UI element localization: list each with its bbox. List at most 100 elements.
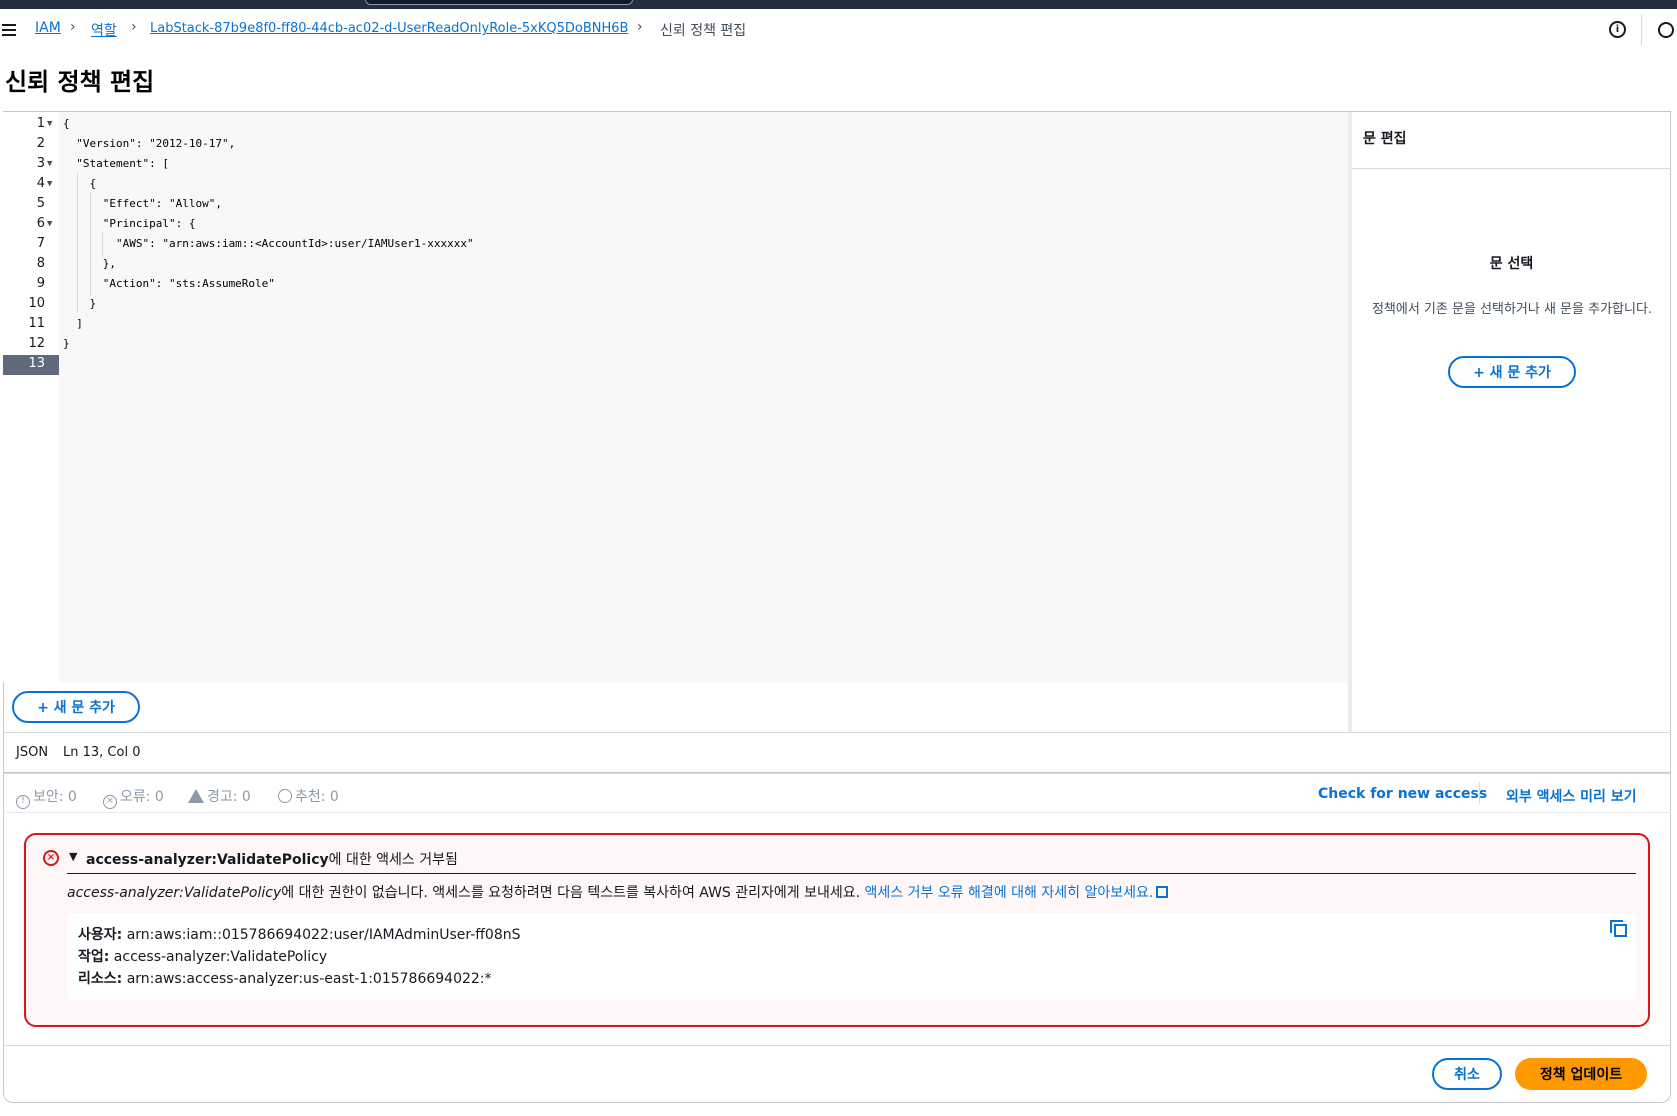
breadcrumb-current: 신뢰 정책 편집 <box>660 23 747 39</box>
code-text: "Principal": { <box>63 217 196 230</box>
chevron-right-icon: › <box>637 19 643 35</box>
alert-title-action: access-analyzer:ValidatePolicy <box>86 852 329 868</box>
preview-external-access-button[interactable]: 외부 액세스 미리 보기 <box>1506 786 1637 806</box>
breadcrumb-iam[interactable]: IAM <box>35 20 61 36</box>
resource-row: 리소스: arn:aws:access-analyzer:us-east-1:0… <box>78 968 492 988</box>
language-label: JSON <box>16 745 49 760</box>
code-text: "AWS": "arn:aws:iam::<AccountId>:user/IA… <box>63 237 474 250</box>
chevron-right-icon: › <box>70 19 76 35</box>
line-number: 4 <box>36 176 45 191</box>
code-line[interactable]: 1 ▼ { <box>3 114 1348 134</box>
line-number: 9 <box>36 276 45 291</box>
fold-arrow-icon[interactable]: ▼ <box>47 174 52 194</box>
suggestion-label: 추천: 0 <box>295 789 339 805</box>
resource-value: arn:aws:access-analyzer:us-east-1:015786… <box>122 971 492 987</box>
code-text: } <box>63 297 97 310</box>
editor-status-bar: JSON Ln 13, Col 0 <box>3 732 1671 773</box>
user-value: arn:aws:iam::015786694022:user/IAMAdminU… <box>122 927 521 943</box>
footer-card <box>3 1046 1671 1103</box>
code-line[interactable]: 6 ▼ "Principal": { <box>3 214 1348 234</box>
page-title: 신뢰 정책 편집 <box>5 68 155 96</box>
shield-icon: ! <box>16 795 30 809</box>
error-icon: × <box>43 850 59 866</box>
info-icon[interactable]: i <box>1609 21 1626 38</box>
action-value: access-analyzer:ValidatePolicy <box>109 949 328 965</box>
alert-message: access-analyzer:ValidatePolicy에 대한 권한이 없… <box>67 882 1169 902</box>
select-statement-heading: 문 선택 <box>1489 256 1534 272</box>
access-details-box: 사용자: arn:aws:iam::015786694022:user/IAMA… <box>67 913 1636 1000</box>
code-line[interactable]: 2 "Version": "2012-10-17", <box>3 134 1348 154</box>
divider <box>1352 168 1671 169</box>
alert-message-text: 에 대한 권한이 없습니다. 액세스를 요청하려면 다음 텍스트를 복사하여 A… <box>281 885 865 901</box>
policy-checks-row: ! 보안: 0 × 오류: 0 경고: 0 추천: 0 Check for new … <box>3 773 1671 813</box>
code-line[interactable]: 9 "Action": "sts:AssumeRole" <box>3 274 1348 294</box>
error-icon: × <box>103 795 117 809</box>
external-link-icon[interactable] <box>1156 886 1169 898</box>
side-add-statement-button[interactable]: + 새 문 추가 <box>1448 356 1576 388</box>
cursor-position: Ln 13, Col 0 <box>63 745 141 760</box>
select-statement-description: 정책에서 기존 문을 선택하거나 새 문을 추가합니다. <box>1371 302 1653 317</box>
settings-icon[interactable] <box>1658 22 1674 38</box>
fold-arrow-icon[interactable]: ▼ <box>47 214 52 234</box>
line-number: 10 <box>28 296 45 311</box>
line-number: 8 <box>36 256 45 271</box>
code-text: ] <box>63 317 83 330</box>
security-count[interactable]: ! 보안: 0 <box>16 786 77 809</box>
error-count[interactable]: × 오류: 0 <box>103 786 164 809</box>
user-label: 사용자: <box>78 927 123 943</box>
cancel-button[interactable]: 취소 <box>1432 1058 1502 1090</box>
copy-icon[interactable] <box>1610 920 1627 937</box>
code-text: }, <box>63 257 116 270</box>
code-line[interactable]: 10 } <box>3 294 1348 314</box>
suggestion-count[interactable]: 추천: 0 <box>278 786 339 806</box>
lightbulb-icon <box>278 789 292 803</box>
code-line[interactable]: 4 ▼ { <box>3 174 1348 194</box>
code-text: { <box>63 177 97 190</box>
line-number: 5 <box>36 196 45 211</box>
check-new-access-button[interactable]: Check for new access <box>1318 786 1487 802</box>
error-label: 오류: 0 <box>120 789 164 805</box>
search-input[interactable] <box>365 0 633 5</box>
breadcrumb-roles[interactable]: 역할 <box>91 20 117 40</box>
caret-down-icon[interactable]: ▼ <box>69 850 77 863</box>
access-denied-alert: × ▼ access-analyzer:ValidatePolicy에 대한 액… <box>24 833 1650 1027</box>
breadcrumb-role[interactable]: LabStack-87b9e8f0-ff80-44cb-ac02-d-UserR… <box>150 21 628 36</box>
fold-arrow-icon[interactable]: ▼ <box>47 114 52 134</box>
code-line[interactable]: 3 ▼ "Statement": [ <box>3 154 1348 174</box>
alert-title-suffix: 에 대한 액세스 거부됨 <box>328 852 458 868</box>
alert-title[interactable]: access-analyzer:ValidatePolicy에 대한 액세스 거… <box>86 849 458 869</box>
user-row: 사용자: arn:aws:iam::015786694022:user/IAMA… <box>78 924 521 944</box>
code-text: "Statement": [ <box>63 157 169 170</box>
fold-arrow-icon[interactable]: ▼ <box>47 154 52 174</box>
menu-icon[interactable] <box>2 24 16 39</box>
code-line[interactable]: 11 ] <box>3 314 1348 334</box>
resource-label: 리소스: <box>78 971 123 987</box>
line-number: 7 <box>36 236 45 251</box>
code-line[interactable]: 5 "Effect": "Allow", <box>3 194 1348 214</box>
update-policy-button[interactable]: 정책 업데이트 <box>1515 1058 1647 1090</box>
warning-count[interactable]: 경고: 0 <box>188 786 251 806</box>
code-text: { <box>63 117 70 130</box>
security-label: 보안: 0 <box>33 789 77 805</box>
alert-message-action: access-analyzer:ValidatePolicy <box>67 885 282 901</box>
code-line[interactable]: 12} <box>3 334 1348 354</box>
code-text: } <box>63 337 70 350</box>
action-label: 작업: <box>78 949 110 965</box>
code-text: "Version": "2012-10-17", <box>63 137 236 150</box>
panel-splitter[interactable] <box>1348 112 1352 732</box>
code-line[interactable]: 7 "AWS": "arn:aws:iam::<AccountId>:user/… <box>3 234 1348 254</box>
line-number: 12 <box>28 336 45 351</box>
action-row: 작업: access-analyzer:ValidatePolicy <box>78 946 327 966</box>
add-statement-button[interactable]: + 새 문 추가 <box>12 691 140 723</box>
learn-more-link[interactable]: 액세스 거부 오류 해결에 대해 자세히 알아보세요. <box>865 885 1154 901</box>
divider <box>1479 782 1480 804</box>
warning-label: 경고: 0 <box>207 789 251 805</box>
divider <box>1641 15 1642 45</box>
divider <box>67 873 1636 874</box>
code-line[interactable]: 13 <box>3 354 1348 374</box>
code-text: "Action": "sts:AssumeRole" <box>63 277 275 290</box>
warning-icon <box>188 789 204 803</box>
code-line[interactable]: 8 }, <box>3 254 1348 274</box>
code-text: "Effect": "Allow", <box>63 197 222 210</box>
chevron-right-icon: › <box>131 19 137 35</box>
